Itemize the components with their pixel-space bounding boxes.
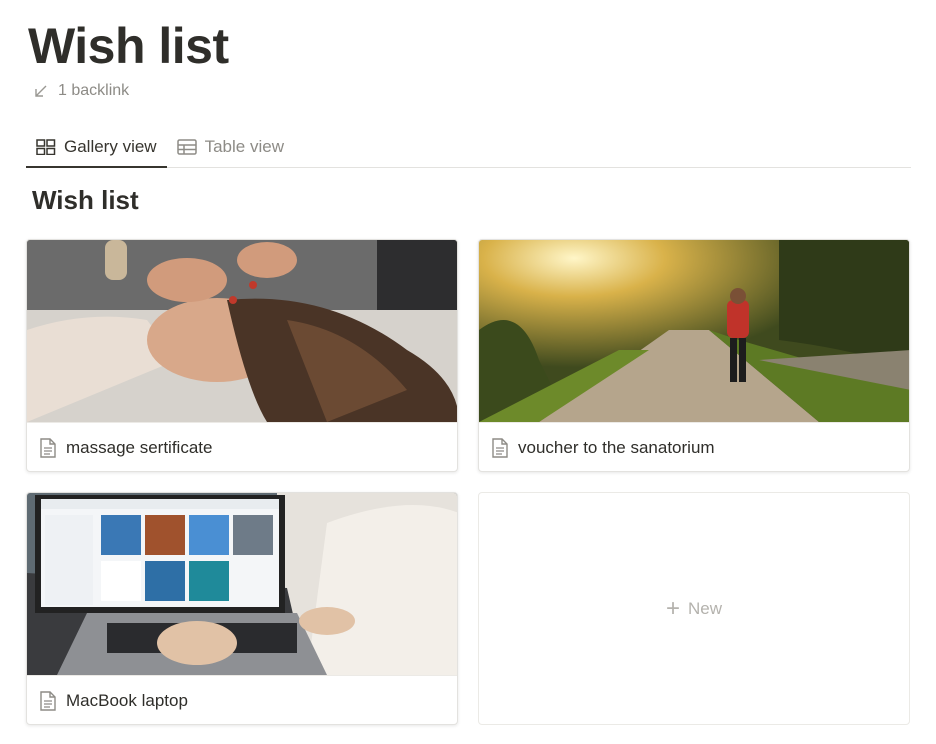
backlink-link[interactable]: 1 backlink (34, 82, 129, 100)
card-cover-image (27, 493, 457, 675)
page-icon (40, 691, 56, 711)
page-icon (40, 438, 56, 458)
card-cover-image (27, 240, 457, 422)
gallery-card-macbook[interactable]: MacBook laptop (26, 492, 458, 725)
backlink-label: 1 backlink (58, 82, 130, 99)
plus-icon: + (665, 594, 680, 622)
gallery-card-sanatorium[interactable]: voucher to the sanatorium (478, 239, 910, 472)
tab-gallery-view[interactable]: Gallery view (26, 128, 167, 168)
card-caption: MacBook laptop (27, 675, 457, 724)
arrow-down-left-icon (35, 85, 47, 97)
page-icon (492, 438, 508, 458)
gallery-card-massage[interactable]: massage sertificate (26, 239, 458, 472)
tab-table-label: Table view (204, 137, 284, 156)
gallery-title: Wish list (32, 185, 139, 215)
gallery-icon (36, 139, 56, 155)
card-title: massage sertificate (66, 438, 213, 457)
page-title: Wish list (28, 18, 229, 74)
table-icon (176, 139, 197, 155)
new-card-label: New (688, 598, 723, 618)
tab-table-view[interactable]: Table view (167, 128, 294, 166)
card-title: MacBook laptop (66, 691, 188, 710)
card-cover-image (479, 240, 909, 422)
card-title: voucher to the sanatorium (518, 438, 715, 457)
card-caption: voucher to the sanatorium (479, 422, 909, 471)
view-tabs: Gallery view Table view (26, 128, 911, 168)
card-caption: massage sertificate (27, 422, 457, 471)
new-card-button[interactable]: + New (478, 492, 910, 725)
tab-gallery-label: Gallery view (64, 137, 157, 156)
